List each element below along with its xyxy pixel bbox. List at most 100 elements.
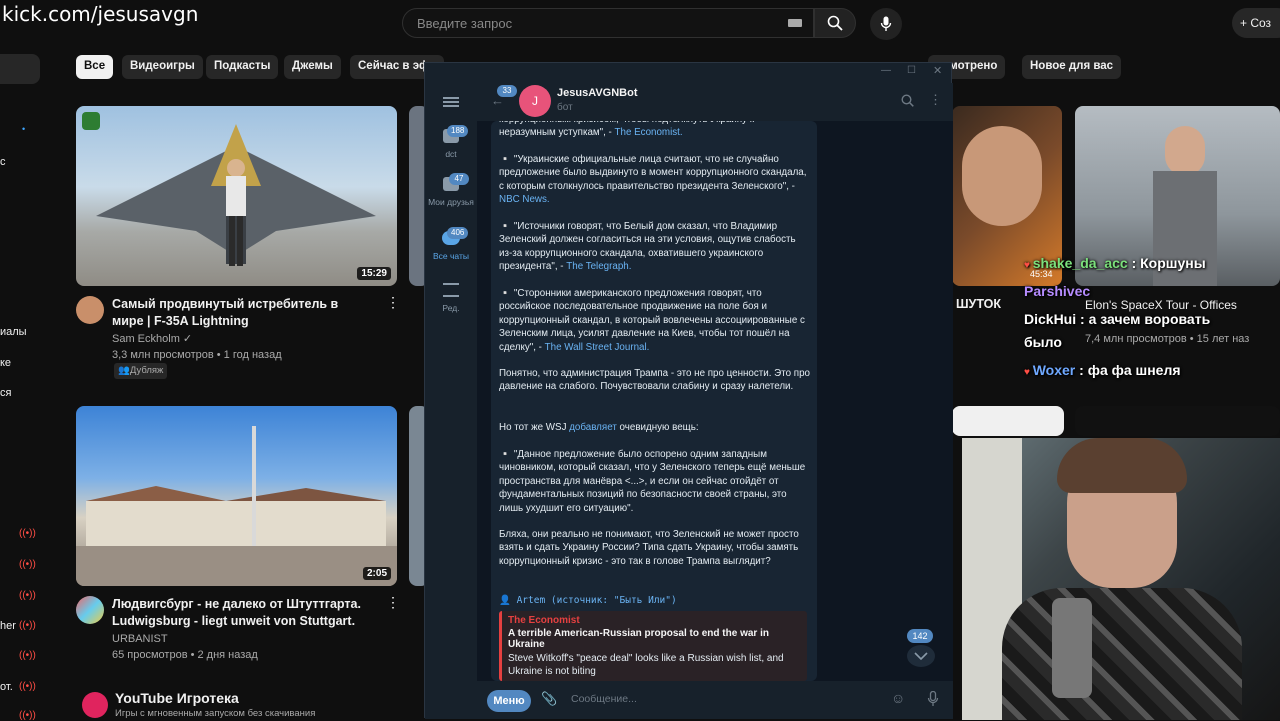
- folder-label: Все чаты: [433, 251, 469, 261]
- video-thumbnail[interactable]: 15:29: [76, 106, 397, 286]
- message-text: очевидную вещь:: [616, 422, 699, 433]
- more-menu-icon[interactable]: ⋮: [929, 92, 942, 108]
- unread-badge: 188: [447, 125, 469, 137]
- folder-friends[interactable]: Мои друзья 47: [425, 173, 477, 207]
- more-options-icon[interactable]: ⋮: [386, 294, 400, 311]
- sidebar-text[interactable]: иалы: [0, 326, 27, 338]
- sidebar-text[interactable]: от.: [0, 681, 13, 693]
- preview-title: A terrible American-Russian proposal to …: [508, 628, 769, 650]
- unread-count-badge: 142: [907, 629, 933, 643]
- message-input[interactable]: Сообщение...: [571, 693, 637, 705]
- sidebar-home-item[interactable]: [0, 54, 40, 84]
- live-icon: ((•)): [19, 710, 36, 721]
- search-button[interactable]: [814, 8, 856, 38]
- webcam-overlay: [962, 438, 1280, 720]
- close-icon[interactable]: ✕: [933, 64, 942, 77]
- back-unread-badge: 33: [497, 85, 517, 97]
- sidebar-text[interactable]: her: [0, 620, 16, 632]
- playables-title[interactable]: YouTube Игротека: [115, 690, 239, 707]
- person-image: [1165, 126, 1205, 176]
- search-icon[interactable]: [901, 94, 914, 107]
- channel-avatar[interactable]: [76, 296, 104, 324]
- forward-label: Artem (источник: "Быть Или"): [516, 595, 677, 606]
- sidebar-text: с: [0, 156, 6, 168]
- video-thumbnail[interactable]: 2:05: [76, 406, 397, 586]
- maximize-icon[interactable]: ☐: [907, 65, 916, 76]
- chat-text: : а зачем воровать: [1076, 311, 1211, 327]
- scroll-down-button[interactable]: [907, 645, 935, 667]
- video-meta: 65 просмотров • 2 дня назад: [112, 649, 258, 661]
- chat-message: Parshivec: [1024, 283, 1090, 299]
- video-duration: 15:29: [357, 267, 391, 280]
- message-paragraph: ▫️ "Данное предложение было оспорено одн…: [499, 449, 806, 514]
- dub-label: Дубляж: [129, 365, 164, 376]
- voice-message-icon[interactable]: [927, 691, 939, 707]
- chip-new[interactable]: Новое для вас: [1022, 55, 1122, 79]
- inline-link[interactable]: добавляет: [569, 422, 617, 433]
- emoji-icon[interactable]: ☺: [891, 690, 905, 706]
- source-link[interactable]: The Telegraph.: [566, 261, 631, 272]
- bot-menu-button[interactable]: Меню: [487, 690, 531, 712]
- more-options-icon[interactable]: ⋮: [386, 594, 400, 611]
- channel-name[interactable]: URBANIST: [112, 631, 168, 647]
- folder-sidebar: dct 188 Мои друзья 47 Все чаты 406 Ред.: [425, 83, 477, 719]
- source-link[interactable]: The Economist.: [615, 127, 683, 138]
- create-label: Соз: [1250, 16, 1272, 30]
- source-link[interactable]: NBC News.: [499, 194, 550, 205]
- message-paragraph: ▫️ "Сторонники американского предложения…: [499, 287, 811, 354]
- channel-avatar[interactable]: [76, 596, 104, 624]
- video-thumbnail[interactable]: [1075, 406, 1280, 436]
- attach-icon[interactable]: 📎: [541, 691, 557, 707]
- video-title[interactable]: ШУТОК: [956, 296, 1001, 313]
- streamer-shirt: [1002, 588, 1242, 720]
- folder-dct[interactable]: dct 188: [425, 125, 477, 159]
- keyboard-icon[interactable]: [788, 19, 802, 27]
- sidebar-text[interactable]: ке: [0, 357, 11, 369]
- create-button[interactable]: + Соз: [1232, 8, 1280, 38]
- telegram-window: — ☐ ✕ dct 188 Мои друзья 47 Все чаты 406…: [424, 62, 953, 719]
- link-preview[interactable]: The Economist A terrible American-Russia…: [499, 611, 807, 681]
- sidebar-text[interactable]: ся: [0, 387, 11, 399]
- chip-all[interactable]: Все: [76, 55, 114, 79]
- chip-videogames[interactable]: Видеоигры: [122, 55, 203, 79]
- channel-name[interactable]: Sam Eckholm ✓: [112, 331, 192, 347]
- message-text: ▫️ "Источники говорят, что Белый дом ска…: [499, 221, 796, 273]
- streamer-hair: [1057, 438, 1187, 493]
- chip-jams[interactable]: Джемы: [284, 55, 341, 79]
- chat-username: shake_da_acc: [1032, 255, 1128, 271]
- chat-username: Woxer: [1032, 362, 1076, 378]
- hamburger-menu-icon[interactable]: [443, 95, 459, 109]
- minimize-icon[interactable]: —: [881, 65, 891, 76]
- video-meta: 3,3 млн просмотров • 1 год назад: [112, 349, 282, 361]
- message-paragraph: Понятно, что администрация Трампа - это …: [499, 368, 810, 393]
- bot-avatar[interactable]: J: [519, 85, 551, 117]
- search-input[interactable]: Введите запрос: [402, 8, 814, 38]
- video-title[interactable]: Людвигсбург - не далеко от Штуттгарта. L…: [112, 596, 372, 630]
- voice-search-button[interactable]: [870, 8, 902, 40]
- folder-all-chats[interactable]: Все чаты 406: [425, 227, 477, 261]
- video-thumbnail[interactable]: [952, 406, 1064, 436]
- mic-icon: [880, 16, 892, 31]
- folder-label: Ред.: [442, 303, 460, 313]
- microphone-image: [1052, 598, 1092, 698]
- live-icon: ((•)): [19, 620, 36, 631]
- video-meta: 7,4 млн просмотров • 15 лет наз: [1085, 333, 1250, 345]
- chat-badge-icon: ♥: [1024, 260, 1033, 271]
- video-title[interactable]: Самый продвинутый истребитель в мире | F…: [112, 296, 372, 330]
- source-link[interactable]: The Wall Street Journal.: [545, 342, 650, 353]
- preview-source: The Economist: [508, 615, 580, 626]
- live-icon: ((•)): [19, 650, 36, 661]
- channel-label: Sam Eckholm: [112, 333, 180, 345]
- playables-subtitle: Игры с мгновенным запуском без скачивани…: [115, 708, 316, 719]
- chat-username: DickHui: [1024, 311, 1077, 327]
- chip-podcasts[interactable]: Подкасты: [206, 55, 279, 79]
- dub-badge: 👥Дубляж: [114, 363, 168, 379]
- folder-edit[interactable]: Ред.: [425, 283, 477, 313]
- town-illustration: [76, 426, 397, 586]
- chat-text: было: [1024, 334, 1062, 350]
- chat-name[interactable]: JesusAVGNBot: [557, 87, 637, 99]
- face-image: [962, 126, 1042, 226]
- chat-badge-icon: ♥: [1024, 367, 1033, 378]
- forwarded-from[interactable]: 👤 Artem (источник: "Быть Или"): [499, 595, 677, 606]
- edit-folders-icon: [443, 283, 459, 297]
